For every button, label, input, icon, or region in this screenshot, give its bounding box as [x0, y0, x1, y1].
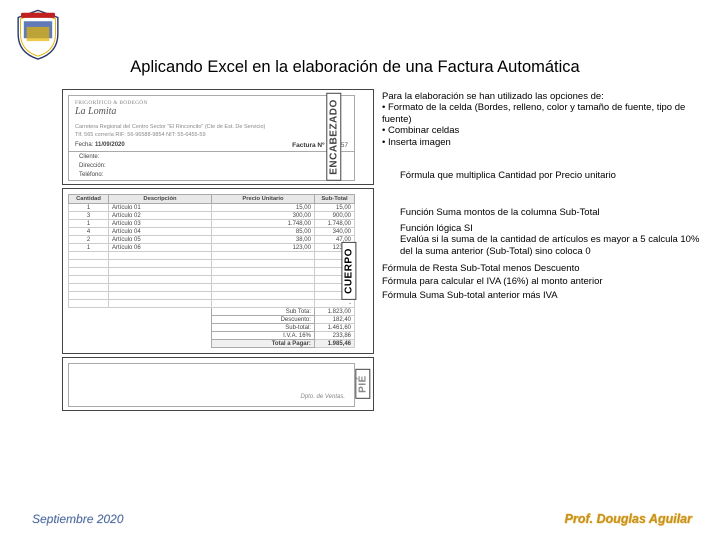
pie-panel: Dpto. de Ventas. PIÉ: [62, 357, 374, 411]
notes-column: Para la elaboración se han utilizado las…: [374, 89, 700, 414]
institution-logo: [12, 8, 64, 60]
page-title: Aplicando Excel en la elaboración de una…: [10, 58, 700, 77]
encabezado-panel: FRIGORÍFICO & BODEGÓN La Lomita Carreter…: [62, 89, 374, 185]
encabezado-label: ENCABEZADO: [327, 93, 342, 181]
footer-author: Prof. Douglas Aguilar: [565, 512, 692, 526]
footer-date: Septiembre 2020: [32, 512, 123, 526]
cuerpo-label: CUERPO: [342, 242, 357, 300]
invoice-figure: FRIGORÍFICO & BODEGÓN La Lomita Carreter…: [62, 89, 374, 414]
pie-label: PIÉ: [356, 369, 371, 399]
cuerpo-panel: CantidadDescripción Precio UnitarioSub-T…: [62, 188, 374, 354]
